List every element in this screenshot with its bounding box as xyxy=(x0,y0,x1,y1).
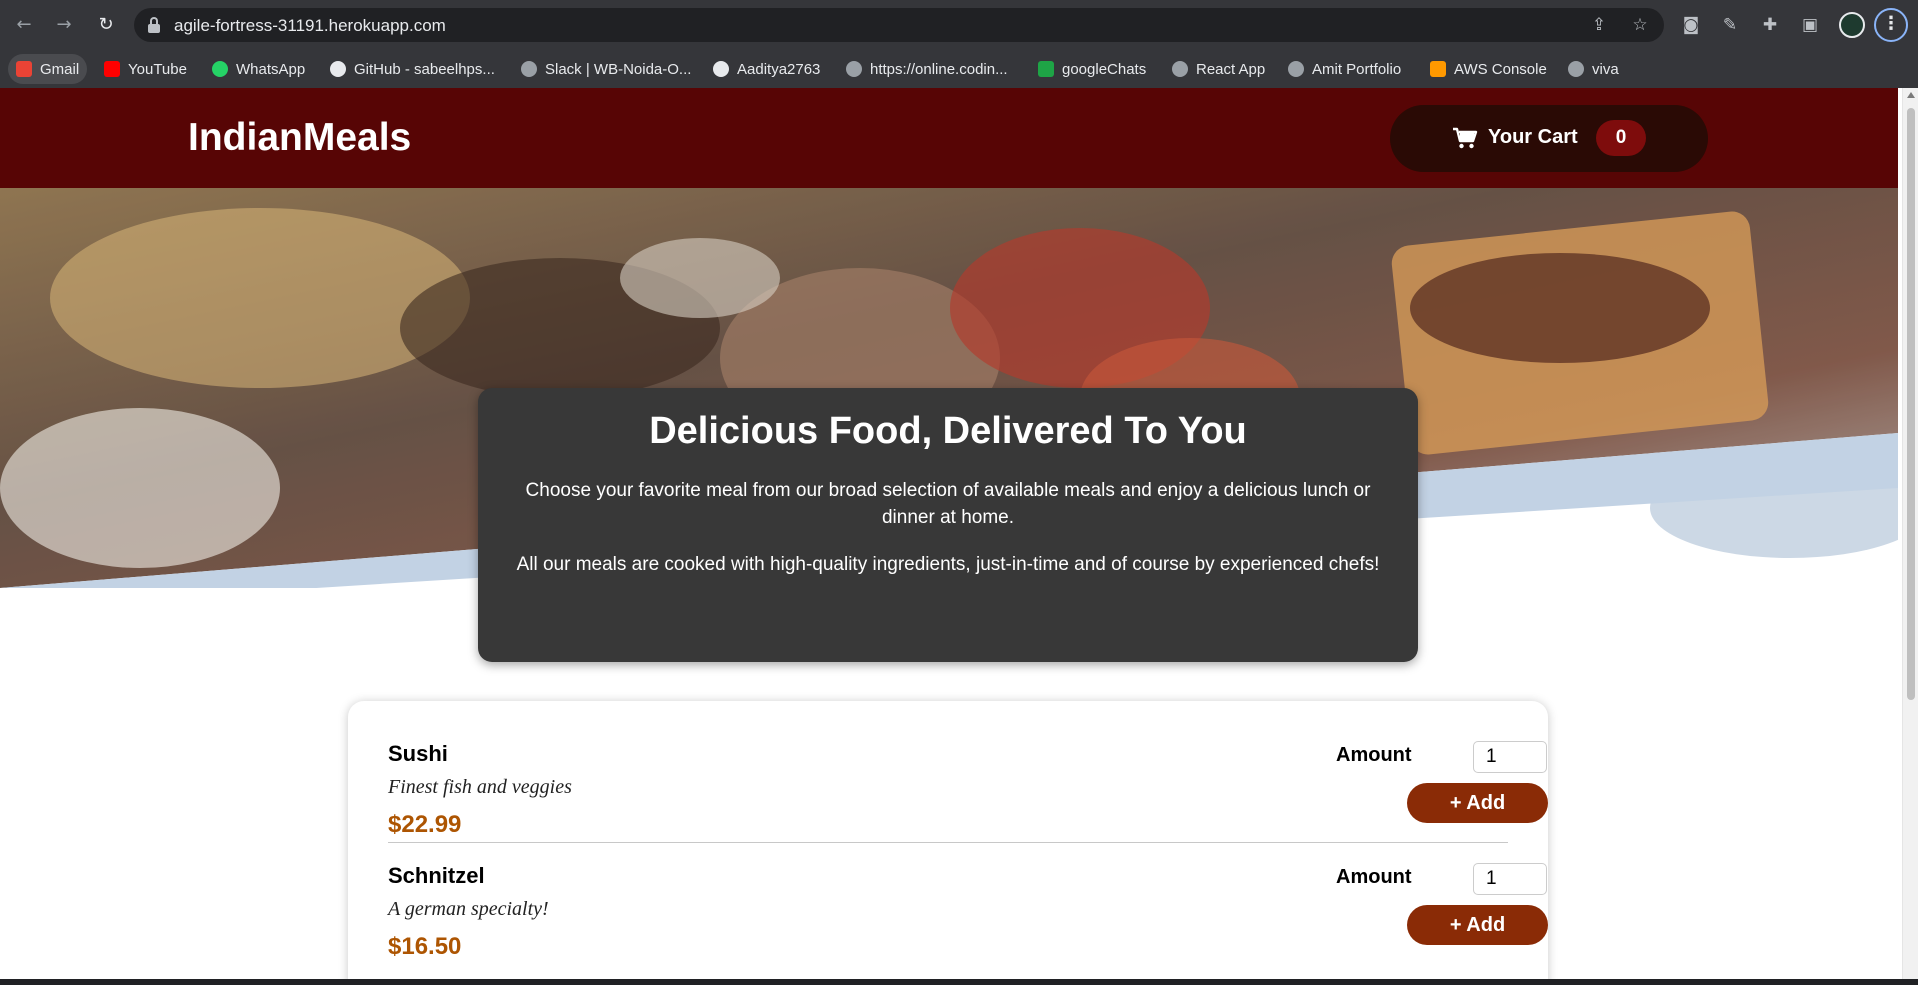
bookmark-label: https://online.codin... xyxy=(870,60,1008,78)
globe-icon xyxy=(1288,61,1304,77)
reload-icon[interactable]: ↻ xyxy=(92,11,120,39)
bookmark-google-chats[interactable]: googleChats xyxy=(1030,54,1154,84)
meal-description: Finest fish and veggies xyxy=(388,776,572,798)
globe-icon xyxy=(1172,61,1188,77)
url-text: agile-fortress-31191.herokuapp.com xyxy=(174,16,446,35)
bookmark-label: googleChats xyxy=(1062,60,1147,78)
meal-price: $16.50 xyxy=(388,933,462,960)
meals-list-card: Sushi Finest fish and veggies $22.99 Amo… xyxy=(348,701,1548,979)
bookmark-label: Slack | WB-Noida-O... xyxy=(545,60,692,78)
bookmark-star-icon[interactable]: ☆ xyxy=(1629,14,1651,36)
bookmark-react-app[interactable]: React App xyxy=(1164,54,1273,84)
bookmark-slack[interactable]: Slack | WB-Noida-O... xyxy=(513,54,699,84)
add-to-cart-button[interactable]: + Add xyxy=(1407,783,1548,823)
amount-label: Amount xyxy=(1336,744,1412,766)
meal-name: Schnitzel xyxy=(388,863,485,888)
bookmark-gmail[interactable]: Gmail xyxy=(8,54,88,84)
youtube-icon xyxy=(104,61,120,77)
page-viewport: IndianMeals Your Cart 0 Delicious Food, … xyxy=(0,88,1918,979)
meal-item-sushi: Sushi Finest fish and veggies $22.99 Amo… xyxy=(388,701,1548,843)
meal-price: $22.99 xyxy=(388,811,462,838)
bookmark-aws-console[interactable]: AWS Console xyxy=(1422,54,1555,84)
bookmark-viva[interactable]: viva xyxy=(1560,54,1627,84)
summary-paragraph: Choose your favorite meal from our broad… xyxy=(525,480,1371,528)
back-icon[interactable]: ← xyxy=(10,11,38,39)
browser-toolbar: ← → ↻ agile-fortress-31191.herokuapp.com… xyxy=(0,0,1918,50)
bookmark-label: YouTube xyxy=(128,60,187,78)
amount-label: Amount xyxy=(1336,866,1412,888)
bookmark-label: React App xyxy=(1196,60,1266,78)
lock-icon xyxy=(148,17,160,33)
scrollbar-thumb[interactable] xyxy=(1907,108,1915,700)
extensions-puzzle-icon[interactable]: ✚ xyxy=(1757,12,1783,38)
gmail-icon xyxy=(16,61,32,77)
bookmark-label: AWS Console xyxy=(1454,60,1547,78)
bookmark-online-coding[interactable]: https://online.codin... xyxy=(838,54,1016,84)
github-icon xyxy=(713,61,729,77)
amount-input[interactable] xyxy=(1473,863,1547,895)
cart-count-badge: 0 xyxy=(1596,120,1646,156)
github-icon xyxy=(330,61,346,77)
shopping-cart-icon xyxy=(1453,127,1478,149)
aws-icon xyxy=(1430,61,1446,77)
bookmark-label: Amit Portfolio xyxy=(1312,60,1402,78)
kebab-menu-icon[interactable]: ⋮ xyxy=(1874,8,1908,42)
globe-icon xyxy=(521,61,537,77)
whatsapp-icon xyxy=(212,61,228,77)
your-cart-button[interactable]: Your Cart 0 xyxy=(1390,105,1708,172)
bookmark-label: Gmail xyxy=(40,60,80,78)
meal-name: Sushi xyxy=(388,741,448,766)
bookmark-github-aaditya[interactable]: Aaditya2763 xyxy=(705,54,828,84)
summary-card: Delicious Food, Delivered To You Choose … xyxy=(478,388,1418,662)
bookmark-github-sabeel[interactable]: GitHub - sabeelhps... xyxy=(322,54,503,84)
bookmark-label: viva xyxy=(1592,60,1619,78)
add-to-cart-button[interactable]: + Add xyxy=(1407,905,1548,945)
summary-paragraph: All our meals are cooked with high-quali… xyxy=(516,554,1380,575)
globe-icon xyxy=(1568,61,1584,77)
page-scrollbar[interactable] xyxy=(1902,88,1918,979)
meal-item-schnitzel: Schnitzel A german specialty! $16.50 Amo… xyxy=(388,843,1548,979)
camera-icon[interactable]: ◙ xyxy=(1678,12,1704,38)
bookmark-amit-portfolio[interactable]: Amit Portfolio xyxy=(1280,54,1409,84)
bookmark-youtube[interactable]: YouTube xyxy=(96,54,195,84)
globe-icon xyxy=(846,61,862,77)
google-chat-icon xyxy=(1038,61,1054,77)
cart-label: Your Cart xyxy=(1488,126,1578,148)
amount-input[interactable] xyxy=(1473,741,1547,773)
profile-avatar-icon[interactable] xyxy=(1839,12,1865,38)
share-icon[interactable]: ⇪ xyxy=(1588,14,1610,36)
bookmark-label: Aaditya2763 xyxy=(737,60,821,78)
meal-description: A german specialty! xyxy=(388,898,549,920)
summary-title: Delicious Food, Delivered To You xyxy=(649,410,1247,452)
extension-color-icon[interactable]: ✎ xyxy=(1717,12,1743,38)
bookmark-label: WhatsApp xyxy=(236,60,306,78)
browser-chrome: ← → ↻ agile-fortress-31191.herokuapp.com… xyxy=(0,0,1918,88)
forward-icon[interactable]: → xyxy=(50,11,78,39)
bookmarks-bar: Gmail YouTube WhatsApp GitHub - sabeelhp… xyxy=(0,50,1918,88)
bookmark-whatsapp[interactable]: WhatsApp xyxy=(204,54,313,84)
site-logo: IndianMeals xyxy=(188,116,412,159)
side-panel-icon[interactable]: ▣ xyxy=(1797,12,1823,38)
bookmark-label: GitHub - sabeelhps... xyxy=(354,60,495,78)
address-bar[interactable]: agile-fortress-31191.herokuapp.com ⇪ ☆ xyxy=(134,8,1664,42)
scroll-up-arrow-icon[interactable] xyxy=(1907,92,1915,98)
site-header: IndianMeals Your Cart 0 xyxy=(0,88,1898,188)
